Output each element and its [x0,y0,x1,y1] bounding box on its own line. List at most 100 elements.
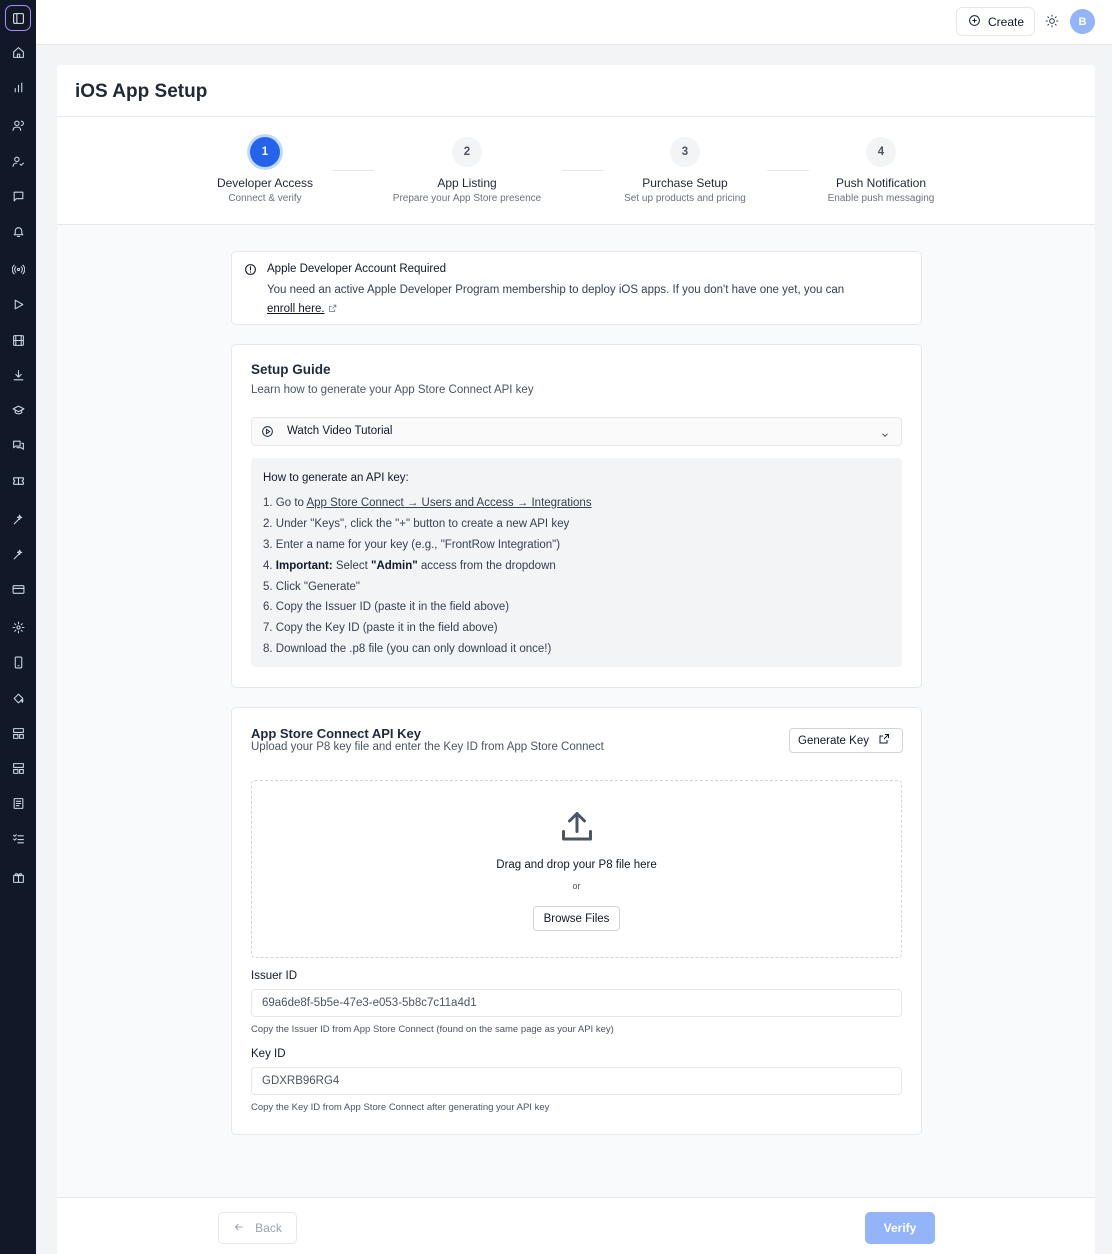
step-connector [332,170,374,171]
step-desc: Set up products and pricing [624,193,746,204]
browse-files-button[interactable]: Browse Files [533,906,620,931]
layout-alt-icon[interactable] [11,761,25,775]
step-push-notification[interactable]: 4 Push Notification Enable push messagin… [816,137,946,204]
plus-circle-icon [968,14,981,30]
chart-icon[interactable] [11,80,25,94]
developer-account-alert: Apple Developer Account Required You nee… [231,251,922,325]
list-item: 7. Copy the Key ID (paste it in the fiel… [263,622,498,635]
sun-icon[interactable] [1045,14,1059,28]
step-number: 1 [250,137,280,167]
card-title: Setup Guide [251,362,331,377]
sparkles-alt-icon[interactable] [11,547,25,561]
api-key-instructions: How to generate an API key: 1. Go to App… [251,458,902,667]
step-connector [767,170,809,171]
step-purchase-setup[interactable]: 3 Purchase Setup Set up products and pri… [610,137,760,204]
p8-file-dropzone[interactable]: Drag and drop your P8 file here or Brows… [251,780,902,958]
users-icon[interactable] [11,118,25,132]
settings-icon[interactable] [11,620,25,634]
step-emphasis: Important: [275,559,333,572]
list-item: 8. Download the .p8 file (you can only d… [263,643,552,656]
setup-guide-card: Setup Guide Learn how to generate your A… [231,344,922,688]
play-circle-icon [261,425,274,438]
step-number: 3 [670,137,700,167]
key-id-field[interactable] [251,1067,902,1095]
step-emphasis: "Admin" [371,559,418,572]
external-link-icon [878,733,890,748]
key-id-label: Key ID [251,1048,286,1060]
key-id-help: Copy the Key ID from App Store Connect a… [251,1102,550,1113]
step-label: Purchase Setup [642,176,728,190]
verify-button[interactable]: Verify [865,1212,935,1244]
external-link-icon [328,301,337,312]
list-item: 2. Under "Keys", click the "+" button to… [263,517,570,530]
alert-body: You need an active Apple Developer Progr… [267,284,845,296]
ticket-icon[interactable] [11,473,25,487]
bell-icon[interactable] [11,224,25,238]
app-store-connect-link[interactable]: App Store Connect → Users and Access → I… [306,497,591,509]
main-card: iOS App Setup 1 Developer Access Connect… [57,65,1095,1200]
back-label: Back [255,1221,282,1235]
step-text: Select [332,559,372,572]
smartphone-icon[interactable] [11,655,25,669]
alert-text: You need an active Apple Developer Progr… [267,281,907,319]
avatar[interactable]: B [1070,9,1095,34]
step-label: App Listing [437,176,497,190]
step-label: Developer Access [216,176,314,190]
step-text: 1. Go to [263,497,307,509]
list-item: 3. Enter a name for your key (e.g., "Fro… [263,538,561,551]
footer-bar: Back Verify [57,1197,1095,1254]
issuer-id-field[interactable] [251,989,902,1017]
enroll-link[interactable]: enroll here. [267,303,325,315]
sidebar [0,0,36,1254]
top-bar: Create B [36,0,1112,45]
play-icon[interactable] [11,297,25,311]
step-developer-access[interactable]: 1 Developer Access Connect & verify [205,137,325,204]
layout-icon[interactable] [11,726,25,740]
create-button[interactable]: Create [956,7,1035,36]
step-app-listing[interactable]: 2 App Listing Prepare your App Store pre… [382,137,552,204]
credit-card-icon[interactable] [11,582,25,596]
card-subtitle: Learn how to generate your App Store Con… [251,384,534,396]
step-number: 2 [452,137,482,167]
arrow-left-icon [233,1221,245,1236]
chat-bubbles-icon[interactable] [11,438,25,452]
divider [57,116,1095,117]
film-icon[interactable] [11,333,25,347]
step-number: 4 [866,137,896,167]
create-label: Create [988,14,1025,29]
page-title: iOS App Setup [75,81,208,102]
gift-icon[interactable] [11,870,25,884]
dropzone-or: or [572,881,581,891]
step-text: 4. [263,559,276,572]
card-subtitle: Upload your P8 key file and enter the Ke… [251,741,604,753]
download-icon[interactable] [11,368,25,382]
alert-title: Apple Developer Account Required [267,263,447,275]
broadcast-icon[interactable] [11,262,25,276]
step-desc: Connect & verify [228,193,302,204]
issuer-id-help: Copy the Issuer ID from App Store Connec… [251,1024,614,1035]
user-check-icon[interactable] [11,154,25,168]
sparkles-icon[interactable] [11,512,25,526]
instructions-list: 1. Go to App Store Connect → Users and A… [263,493,592,660]
step-connector [562,170,604,171]
list-item: 6. Copy the Issuer ID (paste it in the f… [263,601,510,614]
paint-bucket-icon[interactable] [11,691,25,705]
step-desc: Prepare your App Store presence [392,193,542,204]
info-circle-icon [244,263,257,276]
home-icon[interactable] [11,45,25,59]
instructions-heading: How to generate an API key: [263,472,409,484]
step-label: Push Notification [835,176,927,190]
panel-toggle-icon[interactable] [5,5,31,31]
list-item: 5. Click "Generate" [263,580,361,593]
step-text: access from the dropdown [417,559,556,572]
list-checks-icon[interactable] [11,831,25,845]
list-item: 1. Go to App Store Connect → Users and A… [263,493,592,514]
generate-key-button[interactable]: Generate Key [789,728,903,753]
back-button[interactable]: Back [218,1212,297,1244]
graduation-cap-icon[interactable] [11,403,25,417]
document-icon[interactable] [11,796,25,810]
video-tutorial-toggle[interactable]: Watch Video Tutorial [251,417,902,446]
step-desc: Enable push messaging [827,193,935,204]
dropzone-text: Drag and drop your P8 file here [496,859,657,871]
message-icon[interactable] [11,189,25,203]
